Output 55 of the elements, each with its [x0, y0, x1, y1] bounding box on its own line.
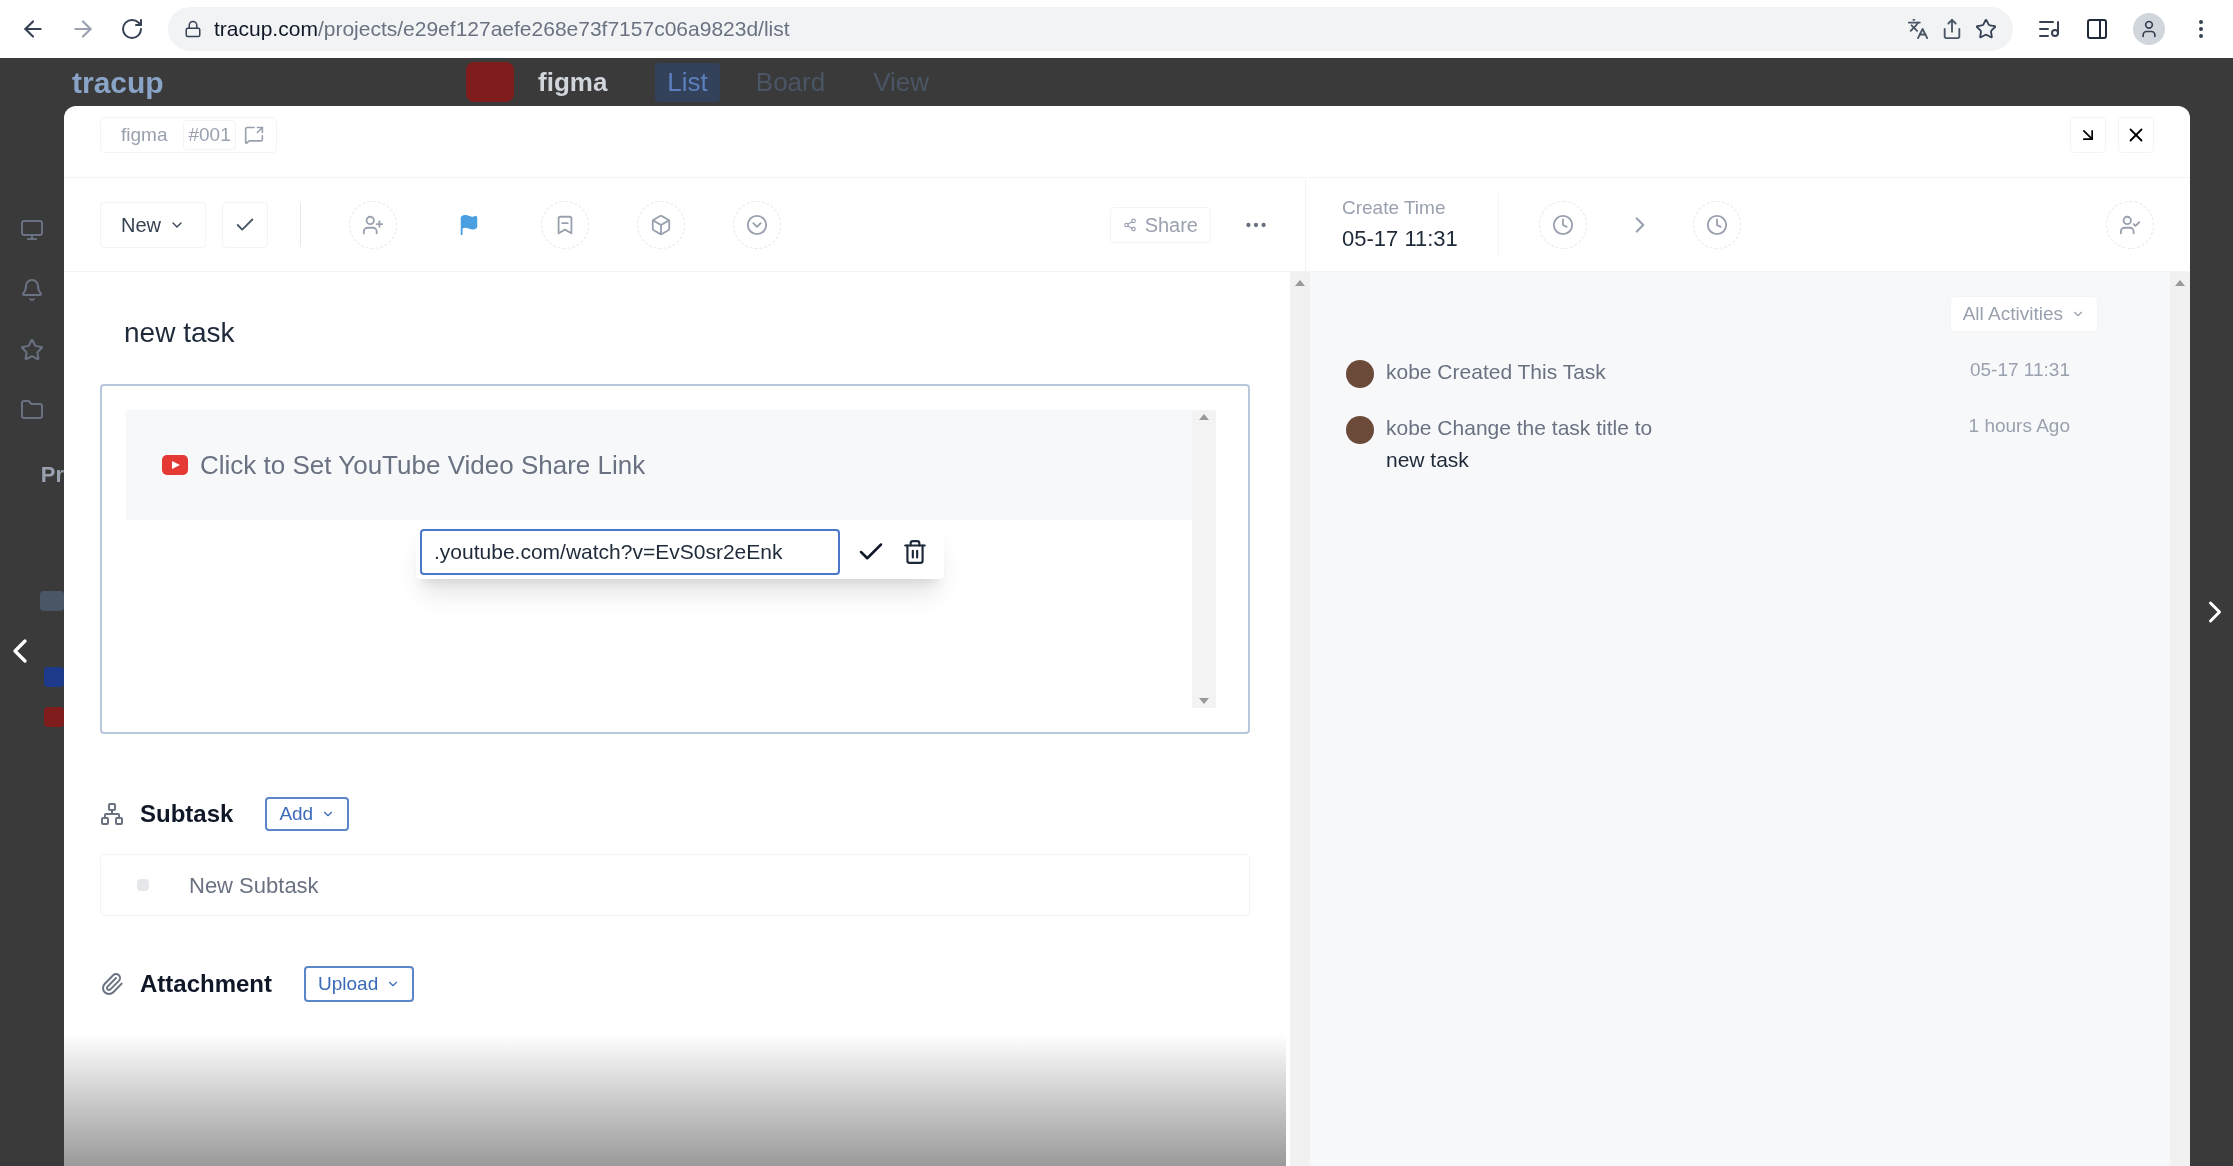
link-input[interactable]: .youtube.com/watch?v=EvS0sr2eEnk: [420, 529, 840, 575]
subtask-input[interactable]: New Subtask: [189, 868, 1213, 902]
activity-detail: new task: [1386, 446, 1470, 473]
subtask-bullet-icon: [137, 879, 149, 891]
content-scrollbar[interactable]: [1290, 272, 1310, 1166]
scroll-up-icon[interactable]: [1199, 414, 1209, 420]
project-name[interactable]: figma: [538, 62, 608, 102]
activity-time: 05-17 11:31: [1970, 358, 2070, 382]
activity-time: 1 hours Ago: [1968, 414, 2070, 438]
editor-scrollbar[interactable]: [1192, 410, 1216, 708]
subtask-tree-icon: [100, 802, 124, 826]
subtask-heading: Subtask: [140, 799, 234, 829]
star-icon[interactable]: [20, 338, 44, 362]
scroll-up-icon[interactable]: [1295, 280, 1305, 286]
subtask-row[interactable]: New Subtask: [100, 854, 1250, 916]
project-avatar: [466, 62, 514, 102]
create-time-value: 05-17 11:31: [1342, 225, 1458, 254]
task-number-tag[interactable]: #001: [183, 119, 236, 151]
copy-icon[interactable]: [243, 125, 264, 145]
bell-icon[interactable]: [20, 278, 44, 302]
logo-text: tracup: [72, 64, 165, 101]
upload-button[interactable]: Upload: [304, 966, 415, 1002]
reload-icon[interactable]: [120, 17, 144, 41]
monitor-icon[interactable]: [20, 218, 44, 242]
activity-text: kobe Created This Task: [1386, 359, 1607, 385]
translate-icon[interactable]: [1907, 18, 1929, 40]
add-subtask-button[interactable]: Add: [265, 797, 350, 831]
check-icon[interactable]: [222, 201, 268, 248]
scroll-down-icon[interactable]: [1199, 698, 1209, 704]
share-icon: [1122, 217, 1137, 232]
minimize-icon[interactable]: [2070, 117, 2106, 153]
video-prompt: Click to Set YouTube Video Share Link: [200, 448, 646, 482]
user-avatar: [1346, 416, 1374, 444]
address-bar[interactable]: tracup.com/projects/e29ef127aefe268e73f7157c06a9823d/list: [168, 7, 2013, 51]
scroll-up-icon[interactable]: [2175, 280, 2185, 286]
profile-icon[interactable]: [2133, 13, 2165, 45]
delete-icon[interactable]: [902, 539, 928, 565]
attachment-heading: Attachment: [140, 969, 272, 999]
video-play-icon: [162, 455, 188, 475]
bookmark-star-icon[interactable]: [1975, 18, 1997, 40]
panel-scrollbar[interactable]: [2170, 272, 2190, 1166]
user-avatar: [1346, 360, 1374, 388]
side-panel-icon[interactable]: [2085, 17, 2109, 41]
close-icon[interactable]: [2118, 117, 2154, 153]
task-title[interactable]: new task: [124, 312, 1250, 354]
activity-text: kobe Change the task title to: [1386, 415, 1654, 441]
paperclip-icon: [100, 972, 124, 996]
status-dropdown[interactable]: New: [100, 201, 206, 248]
url-text: tracup.com/projects/e29ef127aefe268e73f7157c06a9823d/list: [214, 16, 790, 43]
lock-icon: [184, 20, 202, 38]
create-time-label: Create Time: [1342, 195, 1447, 220]
description-editor[interactable]: Click to Set YouTube Video Share Link .youtube.com/watch?v=EvS0sr2eEnk: [100, 384, 1250, 734]
sidebar-section-label: Pr: [40, 461, 64, 489]
video-embed-block[interactable]: Click to Set YouTube Video Share Link: [126, 410, 1192, 520]
share-icon[interactable]: [1941, 18, 1963, 40]
